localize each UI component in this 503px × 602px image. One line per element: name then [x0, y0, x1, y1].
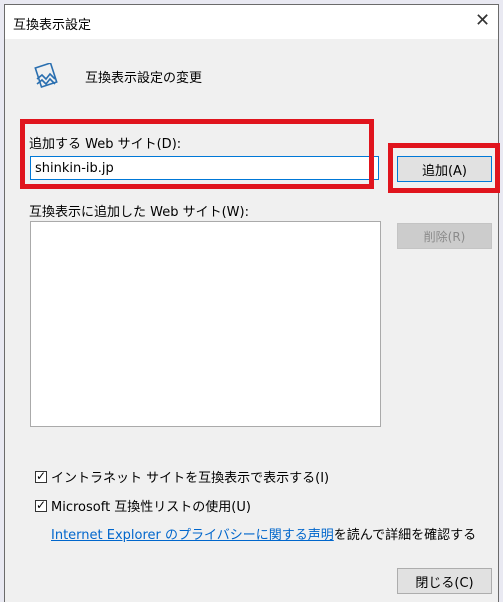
- close-button[interactable]: 閉じる(C): [397, 568, 492, 594]
- dialog-heading: 互換表示設定の変更: [85, 71, 203, 86]
- checkmark-icon: ✓: [36, 497, 47, 512]
- ms-compat-list-label: Microsoft 互換性リストの使用(U): [51, 500, 251, 515]
- intranet-option[interactable]: ✓ イントラネット サイトを互換表示で表示する(I): [35, 467, 329, 486]
- privacy-statement: Internet Explorer のプライバシーに関する声明を読んで詳細を確認…: [51, 524, 476, 543]
- highlight-box-add-button: [388, 143, 500, 193]
- highlight-box-input: [20, 119, 374, 189]
- ms-compat-list-checkbox[interactable]: ✓: [35, 497, 47, 512]
- window-title: 互換表示設定: [13, 18, 92, 33]
- privacy-statement-link[interactable]: Internet Explorer のプライバシーに関する声明: [51, 528, 334, 543]
- delete-button[interactable]: 削除(R): [397, 223, 492, 249]
- close-icon[interactable]: ✕: [475, 11, 490, 31]
- privacy-statement-suffix: を読んで詳細を確認する: [333, 528, 477, 543]
- checkmark-icon: ✓: [36, 468, 47, 483]
- intranet-checkbox[interactable]: ✓: [35, 468, 47, 483]
- added-sites-label: 互換表示に追加した Web サイト(W):: [29, 205, 249, 220]
- compatibility-view-icon: [33, 62, 61, 91]
- intranet-option-label: イントラネット サイトを互換表示で表示する(I): [51, 471, 330, 486]
- compatibility-view-settings-dialog: 互換表示設定 ✕ 互換表示設定の変更 追加する Web サイト(D): 追加(A…: [4, 4, 500, 602]
- title-bar: 互換表示設定 ✕: [5, 5, 498, 39]
- ms-compat-list-option[interactable]: ✓ Microsoft 互換性リストの使用(U): [35, 496, 251, 515]
- added-sites-list[interactable]: [30, 221, 381, 427]
